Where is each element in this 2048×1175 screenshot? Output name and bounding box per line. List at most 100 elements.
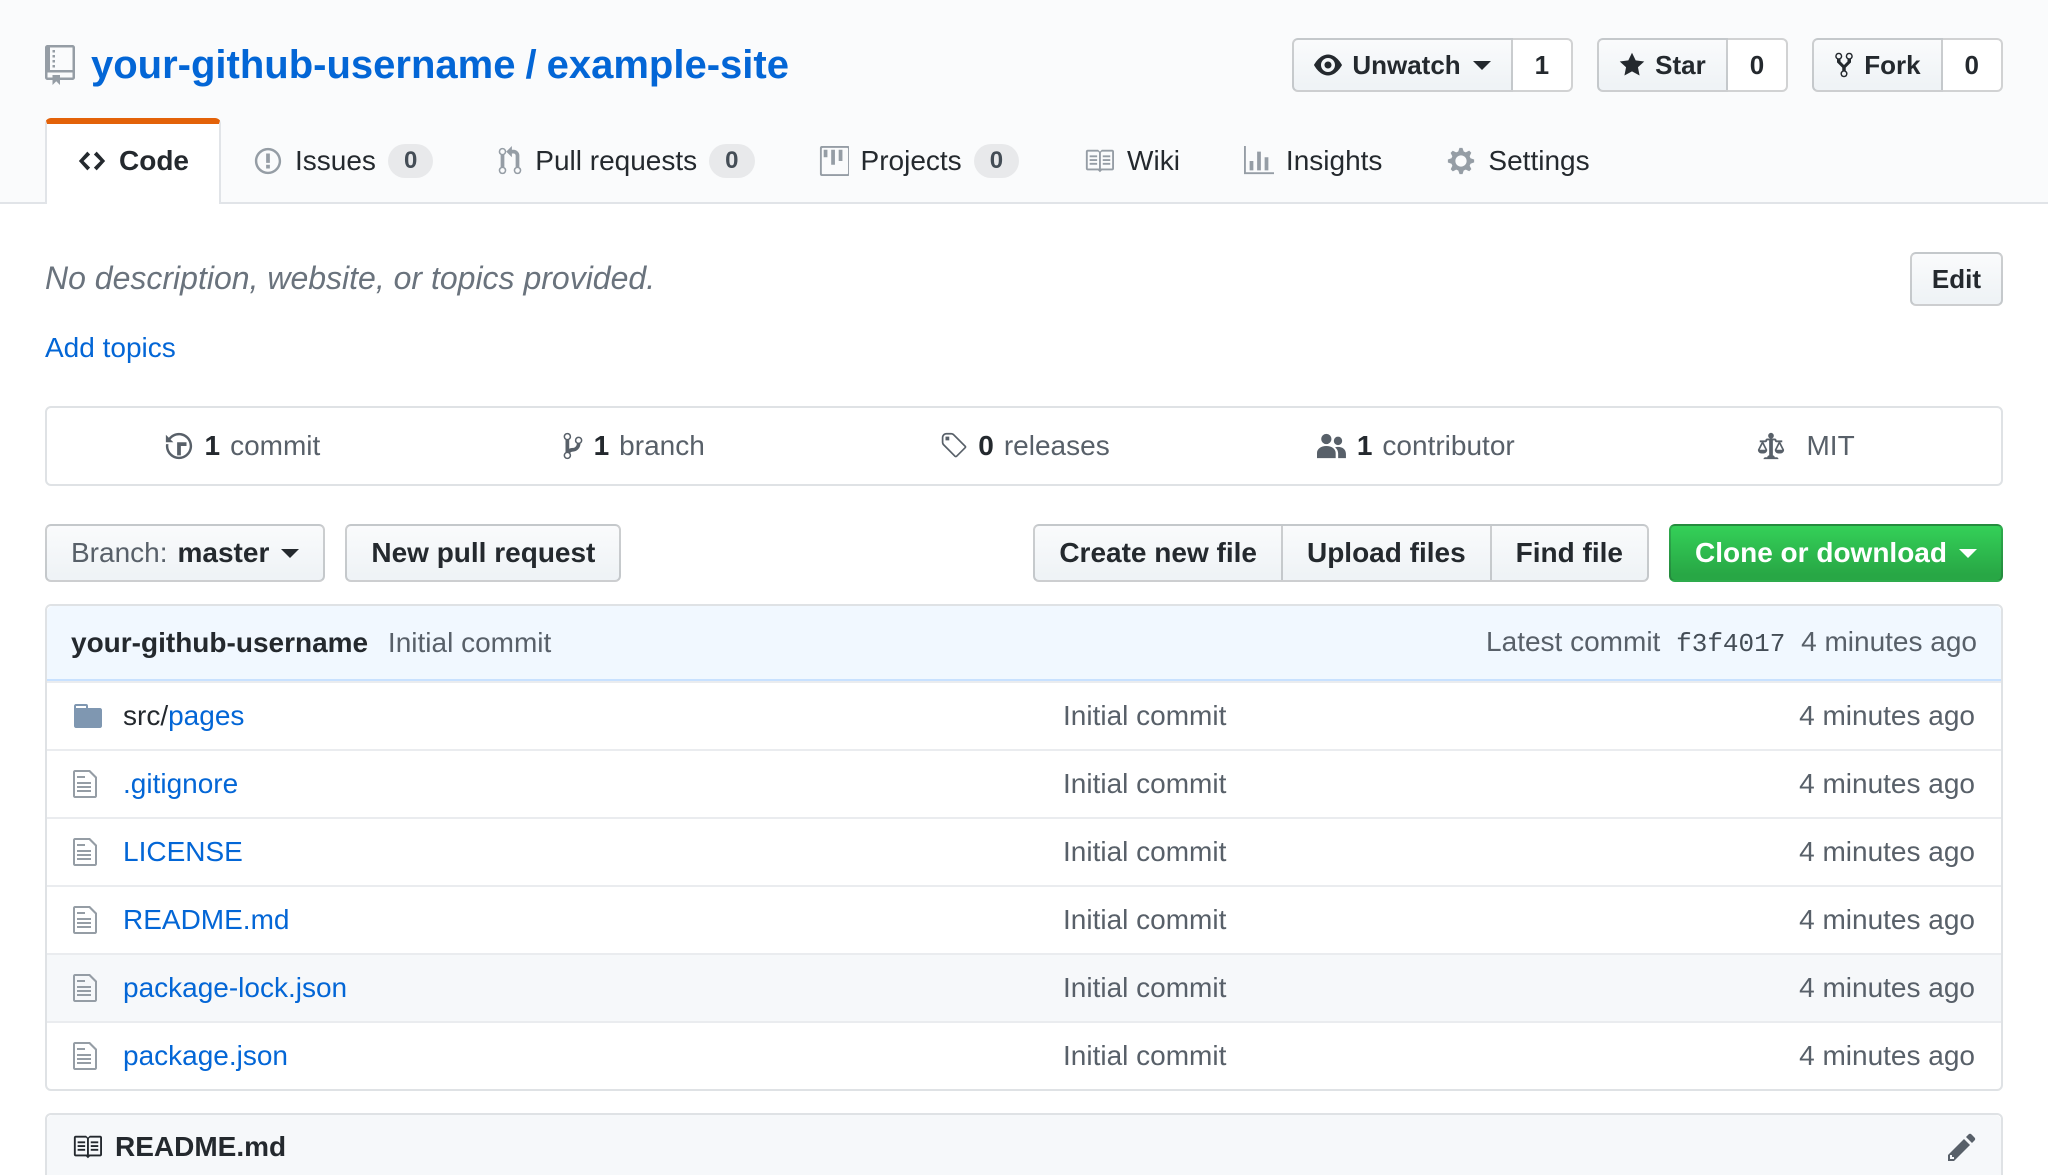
tab-issues[interactable]: Issues 0	[221, 118, 465, 204]
forks-count[interactable]: 0	[1943, 38, 2003, 92]
file-link[interactable]: package.json	[123, 1040, 288, 1071]
directory-path-prefix[interactable]: src/	[123, 700, 168, 731]
contributors-label: contributor	[1382, 430, 1514, 462]
code-icon	[77, 146, 107, 176]
file-age: 4 minutes ago	[1581, 972, 2001, 1004]
star-button[interactable]: Star	[1597, 38, 1728, 92]
file-row: LICENSE Initial commit 4 minutes ago	[47, 817, 2001, 885]
file-icon	[73, 904, 97, 936]
branch-select-button[interactable]: Branch: master	[45, 524, 325, 582]
file-commit-message-link[interactable]: Initial commit	[1063, 768, 1226, 799]
files-box: your-github-username Initial commit Late…	[45, 604, 2003, 1091]
commits-stat[interactable]: 1 commit	[47, 408, 438, 484]
file-commit-message-link[interactable]: Initial commit	[1063, 904, 1226, 935]
commit-author-link[interactable]: your-github-username	[71, 627, 368, 658]
releases-stat[interactable]: 0 releases	[829, 408, 1220, 484]
unwatch-button[interactable]: Unwatch	[1292, 38, 1512, 92]
tab-wiki[interactable]: Wiki	[1051, 118, 1212, 204]
project-board-icon	[819, 146, 849, 176]
git-pull-request-icon	[497, 146, 523, 176]
repo-stats-bar: 1 commit 1 branch 0 releases 1 contribut…	[45, 406, 2003, 486]
branches-stat[interactable]: 1 branch	[438, 408, 829, 484]
readme-book-icon	[71, 1132, 103, 1162]
watchers-count[interactable]: 1	[1513, 38, 1573, 92]
tab-insights[interactable]: Insights	[1212, 118, 1415, 204]
projects-counter: 0	[974, 144, 1019, 178]
commit-time: 4 minutes ago	[1801, 626, 1977, 657]
latest-commit-label: Latest commit	[1486, 626, 1660, 657]
file-icon	[73, 836, 97, 868]
tab-pull-requests-label: Pull requests	[535, 145, 697, 177]
file-link[interactable]: pages	[168, 700, 244, 731]
star-group: Star 0	[1597, 38, 1788, 92]
file-icon	[73, 972, 97, 1004]
file-row: src/pages Initial commit 4 minutes ago	[47, 681, 2001, 749]
contributors-count: 1	[1357, 430, 1373, 462]
releases-count: 0	[978, 430, 994, 462]
add-topics-link[interactable]: Add topics	[45, 332, 176, 364]
file-icon	[73, 1040, 97, 1072]
file-row: .gitignore Initial commit 4 minutes ago	[47, 749, 2001, 817]
file-commit-message-link[interactable]: Initial commit	[1063, 836, 1226, 867]
clone-or-download-button[interactable]: Clone or download	[1669, 524, 2003, 582]
stargazers-count[interactable]: 0	[1728, 38, 1788, 92]
commit-message-link[interactable]: Initial commit	[388, 627, 551, 658]
file-age: 4 minutes ago	[1581, 768, 2001, 800]
file-row: package.json Initial commit 4 minutes ag…	[47, 1021, 2001, 1089]
file-commit-message-link[interactable]: Initial commit	[1063, 1040, 1226, 1071]
repo-nav: Code Issues 0 Pull requests 0 Projects 0…	[45, 118, 2003, 204]
license-label: MIT	[1806, 430, 1854, 462]
commit-sha-link[interactable]: f3f4017	[1676, 629, 1785, 659]
pagehead-actions: Unwatch 1 Star 0 Fork	[1292, 38, 2003, 92]
repo-name-link[interactable]: example-site	[547, 43, 789, 88]
tab-pull-requests[interactable]: Pull requests 0	[465, 118, 786, 204]
pencil-icon	[1947, 1131, 1977, 1163]
license-stat[interactable]: MIT	[1610, 408, 2001, 484]
file-icon	[73, 768, 97, 800]
file-link[interactable]: LICENSE	[123, 836, 243, 867]
tab-settings[interactable]: Settings	[1414, 118, 1621, 204]
readme-edit-button[interactable]	[1947, 1131, 1977, 1163]
insights-graph-icon	[1244, 146, 1274, 176]
file-commit-message-link[interactable]: Initial commit	[1063, 700, 1226, 731]
file-link[interactable]: README.md	[123, 904, 289, 935]
tab-projects[interactable]: Projects 0	[787, 118, 1052, 204]
issue-opened-icon	[253, 146, 283, 176]
branches-label: branch	[619, 430, 705, 462]
file-age: 4 minutes ago	[1581, 700, 2001, 732]
folder-icon	[73, 700, 103, 732]
new-pull-request-button[interactable]: New pull request	[345, 524, 621, 582]
file-commit-message-link[interactable]: Initial commit	[1063, 972, 1226, 1003]
clone-or-download-label: Clone or download	[1695, 537, 1947, 569]
fork-icon	[1834, 51, 1854, 79]
contributors-stat[interactable]: 1 contributor	[1219, 408, 1610, 484]
file-link[interactable]: .gitignore	[123, 768, 238, 799]
fork-group: Fork 0	[1812, 38, 2003, 92]
edit-button[interactable]: Edit	[1910, 252, 2003, 306]
find-file-button[interactable]: Find file	[1490, 524, 1649, 582]
fork-label: Fork	[1864, 50, 1920, 81]
branch-prefix-label: Branch:	[71, 537, 168, 569]
tab-code-label: Code	[119, 145, 189, 177]
branches-count: 1	[594, 430, 610, 462]
fork-button[interactable]: Fork	[1812, 38, 1942, 92]
caret-down-icon	[1959, 549, 1977, 558]
repo-content: No description, website, or topics provi…	[45, 204, 2003, 1175]
caret-down-icon	[1473, 61, 1491, 70]
tab-code[interactable]: Code	[45, 118, 221, 204]
upload-files-button[interactable]: Upload files	[1281, 524, 1492, 582]
file-row: package-lock.json Initial commit 4 minut…	[47, 953, 2001, 1021]
commits-count: 1	[204, 430, 220, 462]
wiki-book-icon	[1083, 146, 1115, 176]
create-new-file-button[interactable]: Create new file	[1033, 524, 1283, 582]
repo-owner-link[interactable]: your-github-username	[91, 43, 515, 88]
eye-icon	[1314, 51, 1342, 79]
repo-description: No description, website, or topics provi…	[45, 252, 655, 297]
file-actions-group: Create new file Upload files Find file	[1033, 524, 1649, 582]
file-link[interactable]: package-lock.json	[123, 972, 347, 1003]
tag-icon	[938, 431, 968, 461]
releases-label: releases	[1004, 430, 1110, 462]
repo-pagehead: your-github-username / example-site Unwa…	[0, 0, 2048, 204]
star-label: Star	[1655, 50, 1706, 81]
readme-title-link[interactable]: README.md	[71, 1131, 286, 1163]
